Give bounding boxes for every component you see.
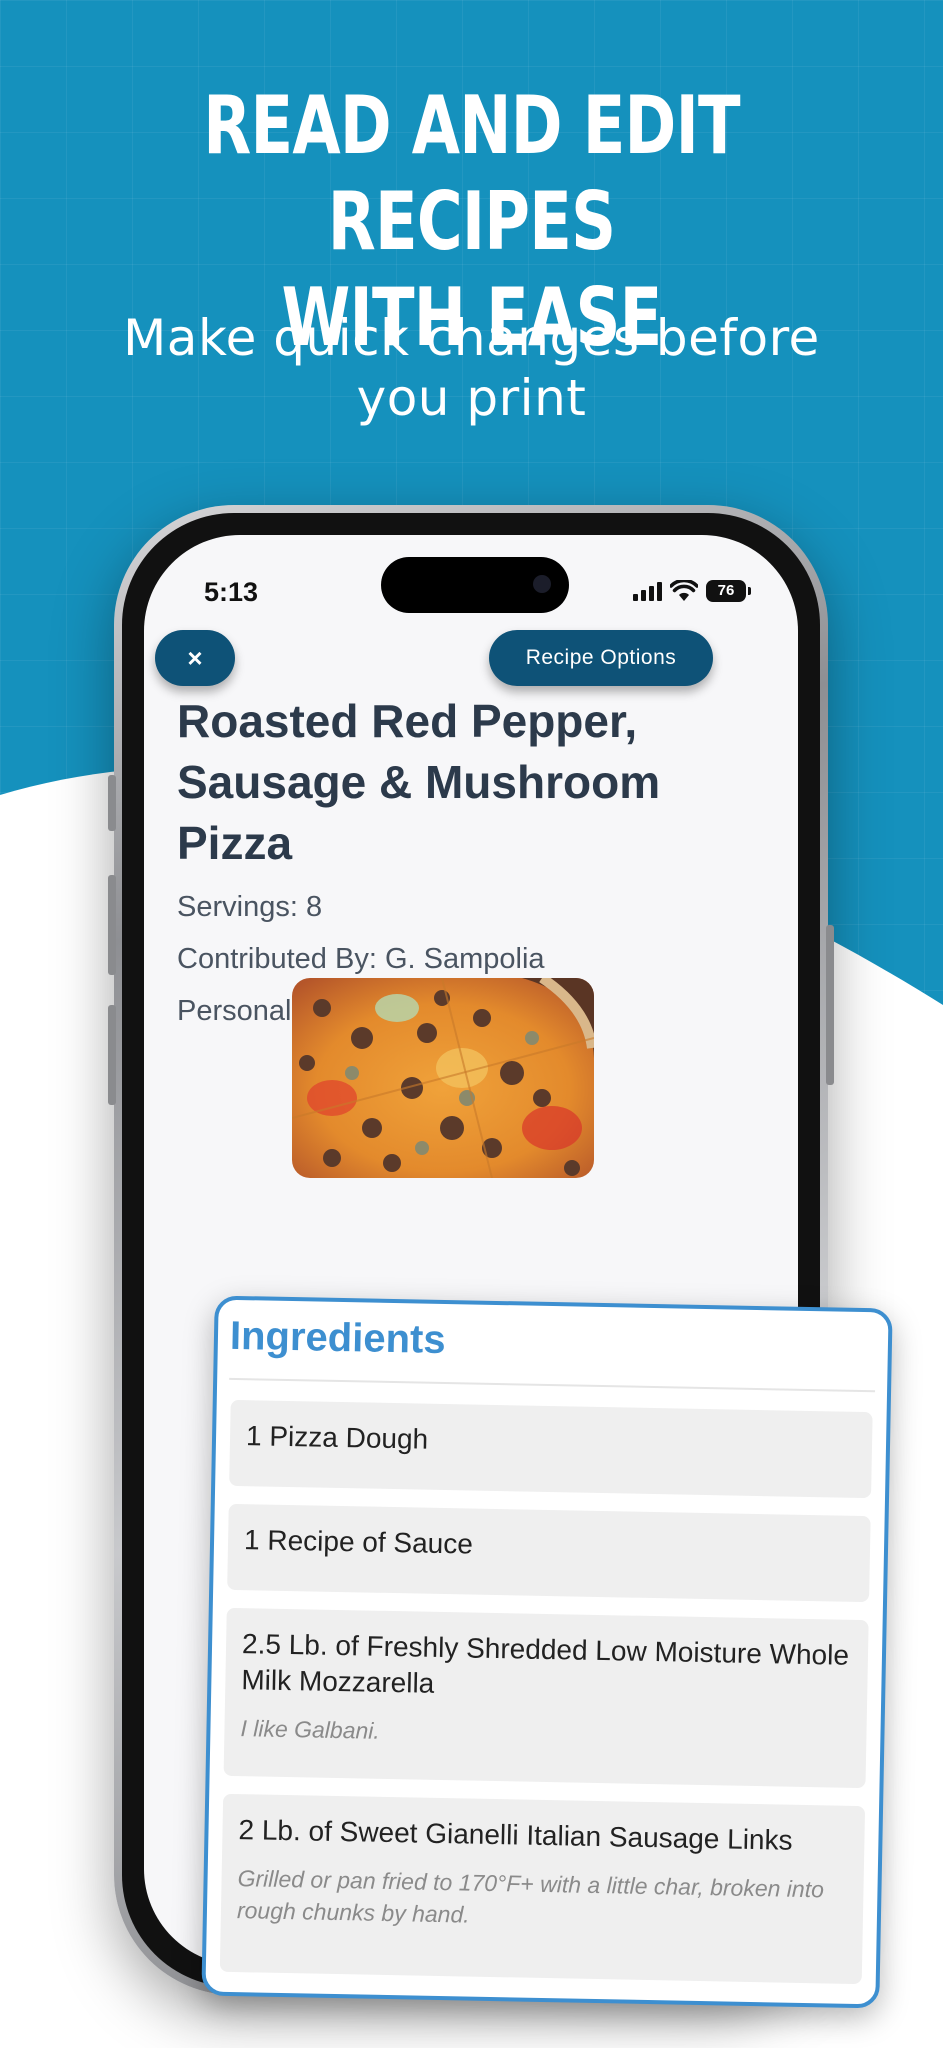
ingredient-item[interactable]: 1 Recipe of Sauce xyxy=(227,1503,871,1603)
recipe-title: Roasted Red Pepper, Sausage & Mushroom P… xyxy=(177,691,697,874)
recipe-title-line-2: Sausage & Mushroom xyxy=(177,756,661,808)
ingredient-note: Grilled or pan fried to 170°F+ with a li… xyxy=(236,1865,825,1928)
status-indicators: 76 xyxy=(633,577,751,605)
ingredient-name: 1 Recipe of Sauce xyxy=(243,1524,474,1560)
phone-volume-down xyxy=(108,1005,116,1105)
wifi-icon xyxy=(670,580,698,601)
subheadline-line-1: Make quick changes before xyxy=(123,309,820,367)
servings: Servings: 8 xyxy=(177,891,323,923)
subheadline: Make quick changes before you print xyxy=(60,308,883,428)
camera-icon xyxy=(533,575,551,593)
recipe-photo xyxy=(292,978,594,1178)
ingredient-item[interactable]: 1 Pizza Dough xyxy=(229,1399,873,1499)
contributed-by: Contributed By: G. Sampolia xyxy=(177,943,545,975)
phone-volume-up xyxy=(108,875,116,975)
ingredient-note: I like Galbani. xyxy=(240,1715,381,1744)
ingredient-name: 2.5 Lb. of Freshly Shredded Low Moisture… xyxy=(241,1628,850,1699)
ingredient-name: 2 Lb. of Sweet Gianelli Italian Sausage … xyxy=(238,1814,793,1856)
ingredient-name: 1 Pizza Dough xyxy=(245,1420,429,1455)
recipe-title-line-1: Roasted Red Pepper, xyxy=(177,695,638,747)
phone-power-button xyxy=(826,925,834,1085)
subheadline-line-2: you print xyxy=(356,369,587,427)
close-icon: × xyxy=(187,643,203,673)
status-time: 5:13 xyxy=(204,577,259,607)
ingredients-title: Ingredients xyxy=(229,1313,446,1362)
dynamic-island xyxy=(381,557,569,613)
ingredient-item[interactable]: 2.5 Lb. of Freshly Shredded Low Moisture… xyxy=(223,1607,869,1789)
ingredients-divider xyxy=(229,1377,876,1393)
phone-side-button xyxy=(108,775,116,831)
recipe-options-button[interactable]: Recipe Options xyxy=(489,630,713,686)
close-button[interactable]: × xyxy=(155,630,235,686)
ingredients-card: Ingredients 1 Pizza Dough 1 Recipe of Sa… xyxy=(201,1295,893,2009)
battery-icon: 76 xyxy=(706,580,751,602)
recipe-title-line-3: Pizza xyxy=(177,817,293,869)
cellular-icon xyxy=(633,581,662,601)
headline-line-1: READ AND EDIT RECIPES xyxy=(203,79,740,268)
ingredient-item[interactable]: 2 Lb. of Sweet Gianelli Italian Sausage … xyxy=(219,1793,866,1985)
